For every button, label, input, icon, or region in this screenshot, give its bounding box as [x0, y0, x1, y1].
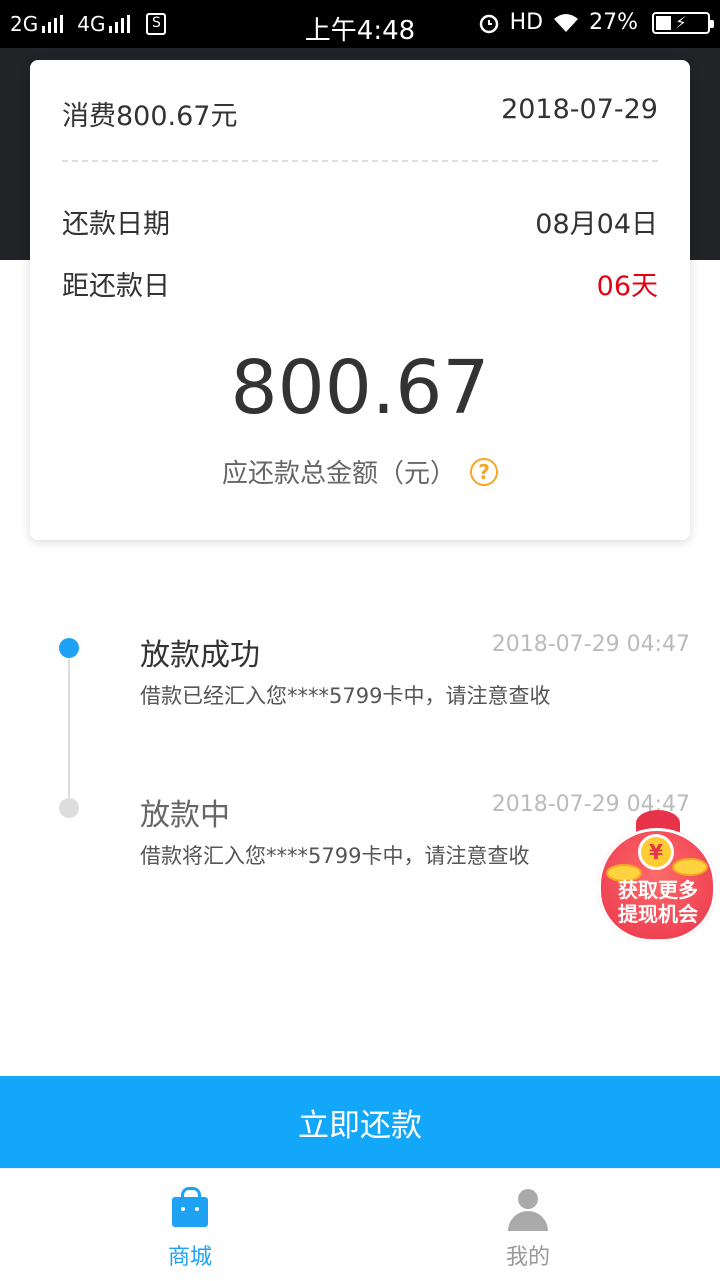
yuan-coin-icon: ¥ [638, 834, 674, 870]
battery-icon: ⚡ [652, 11, 714, 34]
timeline-line [68, 648, 70, 808]
status-bar: 2G 4G S 上午4:48 HD 27% ⚡ [0, 0, 720, 48]
repay-date-row: 还款日期 08月04日 [62, 202, 658, 241]
repayment-card: 消费800.67元 2018-07-29 还款日期 08月04日 距还款日 06… [30, 60, 690, 540]
total-amount-label-row: 应还款总金额（元） ? [30, 453, 690, 490]
timeline-title: 放款成功 [140, 638, 260, 673]
promo-badge[interactable]: ¥ 获取更多 提现机会 [596, 808, 720, 944]
hd-label: HD [509, 10, 544, 35]
tab-me-label: 我的 [505, 1245, 550, 1270]
promo-line2: 提现机会 [618, 902, 698, 926]
tab-mall[interactable]: 商城 [90, 1169, 290, 1281]
wifi-icon [554, 13, 579, 32]
promo-line1: 获取更多 [618, 878, 698, 902]
consumption-label: 消费800.67元 [62, 101, 238, 132]
timeline-desc: 借款将汇入您****5799卡中，请注意查收 [140, 844, 530, 868]
promo-text: 获取更多 提现机会 [600, 878, 716, 926]
battery-percent: 27% [589, 10, 638, 35]
total-amount: 800.67 [230, 345, 490, 431]
days-left-row: 距还款日 06天 [62, 264, 658, 303]
timeline-desc: 借款已经汇入您****5799卡中，请注意查收 [140, 684, 551, 708]
days-left-label: 距还款日 [62, 271, 170, 302]
consumption-row: 消费800.67元 2018-07-29 [62, 94, 658, 133]
coins-icon [672, 858, 708, 876]
shopping-bag-icon [172, 1187, 208, 1227]
bottom-tabbar: 商城 我的 [0, 1168, 720, 1280]
dashed-divider [62, 160, 658, 162]
timeline-time: 2018-07-29 04:47 [491, 632, 690, 657]
days-left-value: 06天 [596, 271, 658, 302]
repay-now-button[interactable]: 立即还款 [0, 1076, 720, 1168]
timeline-dot-active [59, 638, 79, 658]
status-right: HD 27% ⚡ [478, 10, 714, 35]
repay-date-value: 08月04日 [535, 209, 658, 240]
total-amount-label: 应还款总金额（元） [221, 459, 456, 489]
tab-mall-label: 商城 [167, 1245, 212, 1270]
consumption-date: 2018-07-29 [501, 94, 658, 125]
tab-me[interactable]: 我的 [428, 1169, 628, 1281]
repay-date-label: 还款日期 [62, 209, 170, 240]
alarm-icon [479, 14, 498, 33]
help-icon[interactable]: ? [470, 457, 498, 486]
timeline-dot-inactive [59, 798, 79, 818]
person-icon [506, 1189, 550, 1233]
timeline-title: 放款中 [140, 798, 230, 833]
